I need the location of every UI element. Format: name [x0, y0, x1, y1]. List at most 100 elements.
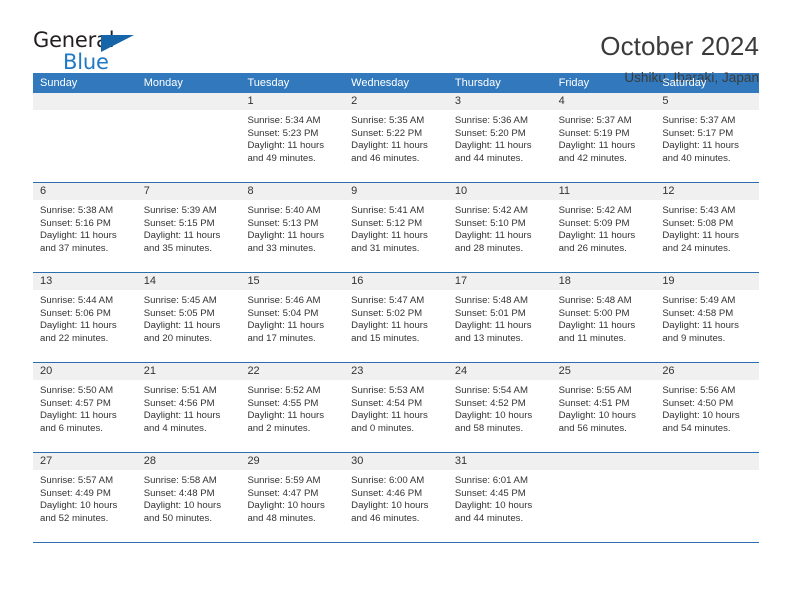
day-detail-line: Sunrise: 5:50 AM: [40, 385, 114, 396]
day-detail-line: Sunrise: 5:38 AM: [40, 205, 114, 216]
calendar-cell-day-26[interactable]: 26 Sunrise: 5:56 AM Sunset: 4:50 PM Dayligh…: [655, 363, 760, 452]
calendar-cell-day-11[interactable]: 11 Sunrise: 5:42 AM Sunset: 5:09 PM Dayligh…: [551, 183, 656, 272]
calendar-cell-day-16[interactable]: 16 Sunrise: 5:47 AM Sunset: 5:02 PM Dayligh…: [344, 273, 448, 362]
day-detail-line: Sunrise: 5:46 AM: [247, 295, 321, 306]
day-detail-line: Sunrise: 5:56 AM: [662, 385, 736, 396]
day-details: Sunrise: 5:47 AM Sunset: 5:02 PM Daylight:…: [344, 290, 448, 345]
day-detail-line: Sunrise: 5:57 AM: [40, 475, 114, 486]
day-detail-line: Sunset: 4:56 PM: [143, 397, 215, 409]
calendar-cell-day-1[interactable]: 1 Sunrise: 5:34 AM Sunset: 5:23 PM Daylight…: [240, 93, 345, 182]
calendar-cell-day-14[interactable]: 14 Sunrise: 5:45 AM Sunset: 5:05 PM Dayligh…: [136, 273, 241, 362]
day-detail-line: Sunrise: 5:45 AM: [143, 295, 217, 306]
day-detail-line: Sunrise: 5:58 AM: [143, 475, 217, 486]
day-number: 15: [240, 273, 345, 290]
day-details: Sunrise: 5:53 AM Sunset: 4:54 PM Daylight:…: [344, 380, 448, 435]
day-details: Sunrise: 5:54 AM Sunset: 4:52 PM Daylight:…: [448, 380, 552, 435]
calendar-cell-day-29[interactable]: 29 Sunrise: 5:59 AM Sunset: 4:47 PM Dayligh…: [240, 453, 345, 542]
day-detail-line: Sunrise: 5:51 AM: [143, 385, 217, 396]
day-number: 28: [136, 453, 241, 470]
calendar-cell-day-7[interactable]: 7 Sunrise: 5:39 AM Sunset: 5:15 PM Daylight…: [136, 183, 241, 272]
calendar-week-row: 6 Sunrise: 5:38 AM Sunset: 5:16 PM Daylight…: [33, 183, 760, 273]
day-detail-line: Sunset: 5:06 PM: [40, 307, 111, 319]
day-detail-line: and 26 minutes.: [558, 242, 627, 254]
day-detail-line: Daylight: 11 hours: [351, 140, 428, 151]
calendar-cell-day-2[interactable]: 2 Sunrise: 5:35 AM Sunset: 5:22 PM Daylight…: [344, 93, 448, 182]
calendar-cell-day-4[interactable]: 4 Sunrise: 5:37 AM Sunset: 5:19 PM Daylight…: [551, 93, 656, 182]
calendar-cell-day-8[interactable]: 8 Sunrise: 5:40 AM Sunset: 5:13 PM Daylight…: [240, 183, 345, 272]
calendar-cell-day-21[interactable]: 21 Sunrise: 5:51 AM Sunset: 4:56 PM Dayligh…: [136, 363, 241, 452]
day-number: 13: [33, 273, 137, 290]
calendar-cell-day-6[interactable]: 6 Sunrise: 5:38 AM Sunset: 5:16 PM Daylight…: [33, 183, 137, 272]
calendar-cell-day-15[interactable]: 15 Sunrise: 5:46 AM Sunset: 5:04 PM Dayligh…: [240, 273, 345, 362]
day-detail-line: and 6 minutes.: [40, 422, 103, 434]
calendar-cell-day-24[interactable]: 24 Sunrise: 5:54 AM Sunset: 4:52 PM Dayligh…: [447, 363, 552, 452]
day-detail-line: and 37 minutes.: [40, 242, 109, 254]
day-detail-line: and 42 minutes.: [558, 152, 627, 164]
day-detail-line: Sunset: 5:09 PM: [558, 217, 630, 229]
day-detail-line: Daylight: 11 hours: [351, 320, 428, 331]
calendar-cell-day-28[interactable]: 28 Sunrise: 5:58 AM Sunset: 4:48 PM Dayligh…: [136, 453, 241, 542]
calendar-cell-day-27[interactable]: 27 Sunrise: 5:57 AM Sunset: 4:49 PM Dayligh…: [33, 453, 137, 542]
calendar-cell-day-5[interactable]: 5 Sunrise: 5:37 AM Sunset: 5:17 PM Daylight…: [655, 93, 760, 182]
calendar-cell-day-10[interactable]: 10 Sunrise: 5:42 AM Sunset: 5:10 PM Dayligh…: [447, 183, 552, 272]
day-detail-line: Daylight: 11 hours: [247, 230, 325, 241]
day-detail-line: and 44 minutes.: [454, 152, 524, 164]
general-blue-logo[interactable]: General Blue: [33, 30, 143, 78]
day-detail-line: Daylight: 11 hours: [40, 320, 117, 331]
day-detail-line: Sunrise: 5:37 AM: [662, 115, 736, 126]
calendar-cell-day-13[interactable]: 13 Sunrise: 5:44 AM Sunset: 5:06 PM Dayligh…: [33, 273, 137, 362]
calendar-grid: Sunday Monday Tuesday Wednesday Thursday Frid…: [33, 73, 760, 543]
day-detail-line: Daylight: 11 hours: [143, 230, 221, 241]
day-details: Sunrise: 5:37 AM Sunset: 5:19 PM Daylight:…: [552, 110, 656, 165]
calendar-cell-day-9[interactable]: 9 Sunrise: 5:41 AM Sunset: 5:12 PM Daylight…: [344, 183, 448, 272]
day-number: 9: [344, 183, 448, 200]
day-detail-line: Sunrise: 5:41 AM: [351, 205, 425, 216]
day-detail-line: Daylight: 11 hours: [351, 230, 428, 241]
calendar-cell-day-18[interactable]: 18 Sunrise: 5:48 AM Sunset: 5:00 PM Dayligh…: [551, 273, 656, 362]
day-details: Sunrise: 5:50 AM Sunset: 4:57 PM Daylight:…: [33, 380, 137, 435]
day-details: Sunrise: 5:46 AM Sunset: 5:04 PM Daylight:…: [240, 290, 344, 345]
calendar-cell-day-23[interactable]: 23 Sunrise: 5:53 AM Sunset: 4:54 PM Dayligh…: [344, 363, 448, 452]
day-number: 11: [551, 183, 656, 200]
day-detail-line: Sunrise: 5:47 AM: [351, 295, 425, 306]
day-number: 24: [447, 363, 552, 380]
day-detail-line: Daylight: 11 hours: [247, 140, 325, 151]
calendar-cell-empty: [655, 453, 760, 542]
day-number: 16: [344, 273, 448, 290]
day-detail-line: Sunrise: 5:52 AM: [247, 385, 321, 396]
day-details: Sunrise: 5:36 AM Sunset: 5:20 PM Daylight:…: [448, 110, 552, 165]
calendar-cell-day-30[interactable]: 30 Sunrise: 6:00 AM Sunset: 4:46 PM Dayligh…: [344, 453, 448, 542]
calendar-cell-day-20[interactable]: 20 Sunrise: 5:50 AM Sunset: 4:57 PM Dayligh…: [33, 363, 137, 452]
calendar-cell-day-19[interactable]: 19 Sunrise: 5:49 AM Sunset: 4:58 PM Dayligh…: [655, 273, 760, 362]
day-detail-line: Sunrise: 5:35 AM: [351, 115, 425, 126]
day-number: 27: [33, 453, 137, 470]
day-detail-line: Sunset: 5:01 PM: [454, 307, 526, 319]
day-detail-line: Sunset: 5:04 PM: [247, 307, 319, 319]
day-detail-line: Daylight: 11 hours: [662, 140, 739, 151]
calendar-cell-day-12[interactable]: 12 Sunrise: 5:43 AM Sunset: 5:08 PM Dayligh…: [655, 183, 760, 272]
calendar-cell-day-3[interactable]: 3 Sunrise: 5:36 AM Sunset: 5:20 PM Daylight…: [447, 93, 552, 182]
calendar-cell-day-25[interactable]: 25 Sunrise: 5:55 AM Sunset: 4:51 PM Dayligh…: [551, 363, 656, 452]
day-detail-line: and 49 minutes.: [247, 152, 316, 164]
calendar-cell-day-31[interactable]: 31 Sunrise: 6:01 AM Sunset: 4:45 PM Dayligh…: [447, 453, 552, 542]
day-detail-line: Sunset: 4:57 PM: [40, 397, 111, 409]
day-details: Sunrise: 5:44 AM Sunset: 5:06 PM Daylight:…: [33, 290, 137, 345]
day-detail-line: Daylight: 11 hours: [558, 320, 636, 331]
day-detail-line: and 24 minutes.: [662, 242, 731, 254]
day-detail-line: Daylight: 11 hours: [662, 230, 739, 241]
day-detail-line: and 0 minutes.: [351, 422, 415, 434]
day-detail-line: Sunrise: 5:37 AM: [558, 115, 632, 126]
day-detail-line: and 15 minutes.: [351, 332, 420, 344]
day-detail-line: and 48 minutes.: [247, 512, 316, 524]
calendar-cell-day-22[interactable]: 22 Sunrise: 5:52 AM Sunset: 4:55 PM Dayligh…: [240, 363, 345, 452]
day-detail-line: and 31 minutes.: [351, 242, 420, 254]
day-detail-line: Daylight: 11 hours: [40, 230, 117, 241]
day-detail-line: and 22 minutes.: [40, 332, 109, 344]
day-details: [655, 470, 759, 475]
day-number: 18: [551, 273, 656, 290]
day-number: 26: [655, 363, 760, 380]
day-detail-line: Sunrise: 5:59 AM: [247, 475, 321, 486]
day-detail-line: Sunrise: 5:48 AM: [558, 295, 632, 306]
day-details: Sunrise: 5:48 AM Sunset: 5:00 PM Daylight:…: [552, 290, 656, 345]
calendar-cell-day-17[interactable]: 17 Sunrise: 5:48 AM Sunset: 5:01 PM Dayligh…: [447, 273, 552, 362]
